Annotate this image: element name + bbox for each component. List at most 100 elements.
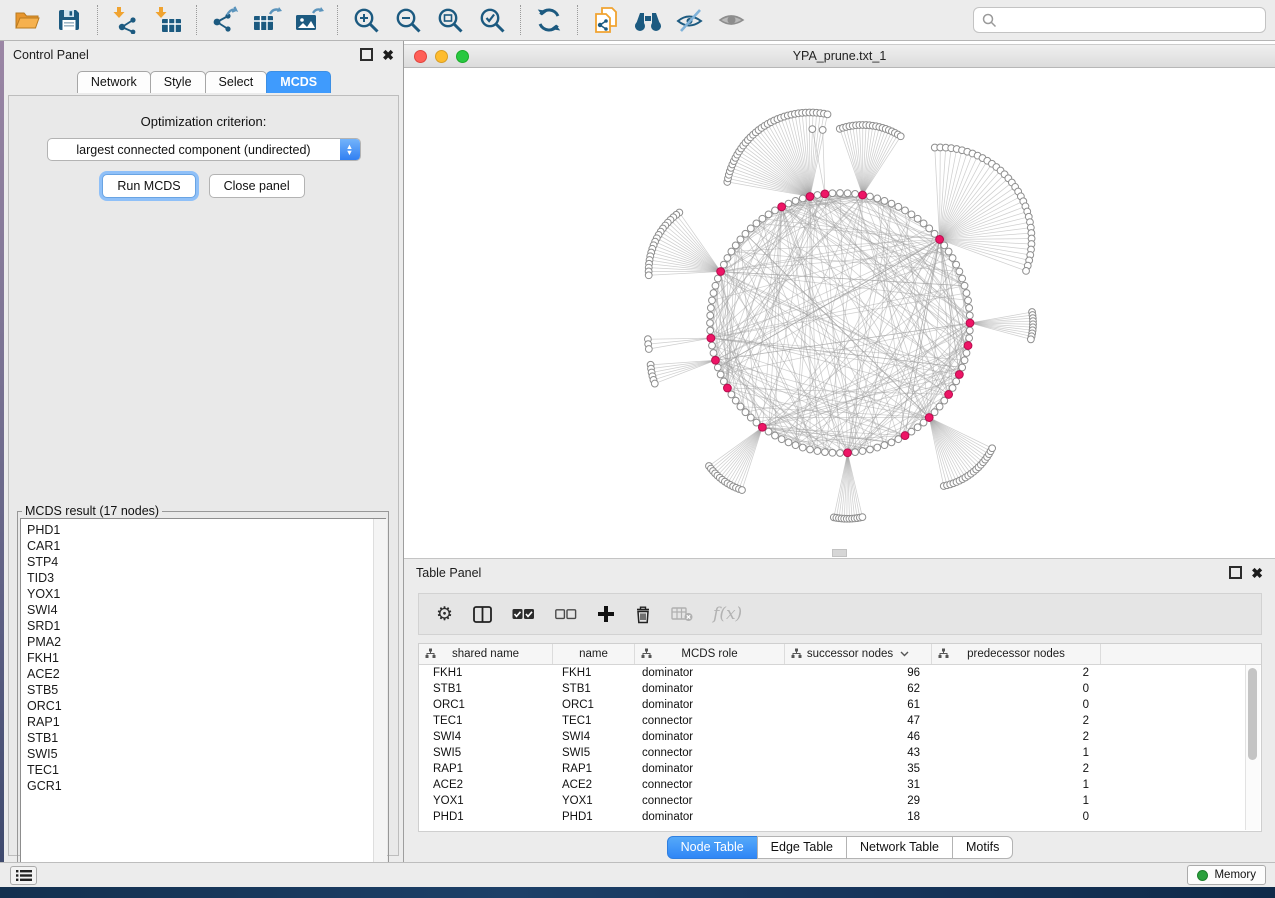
ring-node[interactable]: [959, 364, 966, 371]
unselect-all-columns-button[interactable]: [555, 609, 577, 620]
column-header-mcds-role[interactable]: MCDS role: [635, 644, 785, 664]
save-session-button[interactable]: [48, 3, 90, 37]
mcds-result-item[interactable]: SWI5: [27, 746, 385, 762]
mcds-hub-node[interactable]: [925, 414, 933, 422]
mcds-hub-node[interactable]: [778, 203, 786, 211]
ring-node[interactable]: [852, 449, 859, 456]
mcds-hub-node[interactable]: [712, 356, 720, 364]
mcds-hub-node[interactable]: [901, 432, 909, 440]
mcds-result-item[interactable]: PMA2: [27, 634, 385, 650]
tab-edge-table[interactable]: Edge Table: [757, 836, 847, 859]
ring-node[interactable]: [742, 230, 749, 237]
mcds-result-item[interactable]: TID3: [27, 570, 385, 586]
ring-node[interactable]: [874, 195, 881, 202]
mcds-hub-node[interactable]: [964, 342, 972, 350]
ring-node[interactable]: [966, 305, 973, 312]
mcds-result-item[interactable]: CAR1: [27, 538, 385, 554]
table-row[interactable]: FKH1FKH1dominator962: [419, 665, 1261, 681]
ring-node[interactable]: [914, 215, 921, 222]
column-header-predecessor-nodes[interactable]: predecessor nodes: [932, 644, 1101, 664]
ring-node[interactable]: [953, 378, 960, 385]
ring-node[interactable]: [732, 242, 739, 249]
table-row[interactable]: ORC1ORC1dominator610: [419, 697, 1261, 713]
ring-node[interactable]: [914, 424, 921, 431]
ring-node[interactable]: [759, 215, 766, 222]
ring-node[interactable]: [707, 327, 714, 334]
ring-node[interactable]: [822, 449, 829, 456]
ring-node[interactable]: [936, 403, 943, 410]
ring-node[interactable]: [792, 442, 799, 449]
import-table-button[interactable]: [147, 3, 189, 37]
leaf-node[interactable]: [645, 346, 652, 353]
ring-node[interactable]: [814, 448, 821, 455]
ring-node[interactable]: [717, 371, 724, 378]
ring-node[interactable]: [707, 320, 714, 327]
table-settings-button[interactable]: ⚙: [436, 603, 453, 626]
ring-node[interactable]: [707, 312, 714, 319]
ring-node[interactable]: [874, 444, 881, 451]
mcds-hub-node[interactable]: [955, 371, 963, 379]
leaf-node[interactable]: [989, 445, 996, 452]
ring-node[interactable]: [710, 350, 717, 357]
table-vertical-scrollbar[interactable]: [1245, 665, 1260, 830]
tab-mcds[interactable]: MCDS: [266, 71, 331, 93]
ring-node[interactable]: [747, 414, 754, 421]
search-box[interactable]: [973, 7, 1266, 33]
leaf-node[interactable]: [1027, 336, 1034, 343]
close-panel-icon[interactable]: ✖: [382, 50, 394, 60]
ring-node[interactable]: [956, 268, 963, 275]
mcds-result-item[interactable]: PHD1: [27, 522, 385, 538]
show-column-panel-button[interactable]: [473, 606, 492, 623]
mcds-result-item[interactable]: TEC1: [27, 762, 385, 778]
scrollbar-thumb[interactable]: [1248, 668, 1257, 760]
tab-select[interactable]: Select: [205, 71, 268, 93]
column-header-shared-name[interactable]: shared name: [419, 644, 553, 664]
memory-button[interactable]: Memory: [1187, 865, 1266, 885]
show-all-button[interactable]: [711, 3, 753, 37]
column-header-name[interactable]: name: [553, 644, 635, 664]
search-input[interactable]: [997, 12, 1257, 28]
ring-node[interactable]: [920, 220, 927, 227]
ring-node[interactable]: [859, 448, 866, 455]
export-table-button[interactable]: [246, 3, 288, 37]
ring-node[interactable]: [737, 403, 744, 410]
zoom-out-button[interactable]: [387, 3, 429, 37]
ring-node[interactable]: [966, 335, 973, 342]
mcds-result-item[interactable]: YOX1: [27, 586, 385, 602]
ring-node[interactable]: [742, 409, 749, 416]
leaf-node[interactable]: [897, 133, 904, 140]
mcds-hub-node[interactable]: [707, 334, 715, 342]
network-graph-svg[interactable]: [404, 69, 1275, 558]
ring-node[interactable]: [966, 327, 973, 334]
ring-node[interactable]: [709, 342, 716, 349]
ring-node[interactable]: [965, 297, 972, 304]
run-mcds-button[interactable]: Run MCDS: [102, 174, 195, 198]
mcds-result-item[interactable]: STB1: [27, 730, 385, 746]
column-header-successor-nodes[interactable]: successor nodes: [785, 644, 932, 664]
leaf-node[interactable]: [645, 272, 652, 279]
ring-node[interactable]: [926, 225, 933, 232]
ring-node[interactable]: [888, 439, 895, 446]
ring-node[interactable]: [753, 220, 760, 227]
criterion-dropdown[interactable]: largest connected component (undirected)…: [47, 138, 361, 161]
ring-node[interactable]: [945, 248, 952, 255]
tab-motifs[interactable]: Motifs: [952, 836, 1013, 859]
mcds-result-item[interactable]: ORC1: [27, 698, 385, 714]
ring-node[interactable]: [710, 290, 717, 297]
select-all-columns-button[interactable]: [512, 608, 535, 620]
ring-node[interactable]: [737, 236, 744, 243]
leaf-node[interactable]: [824, 111, 831, 118]
ring-node[interactable]: [908, 211, 915, 218]
mcds-hub-node[interactable]: [821, 190, 829, 198]
ring-node[interactable]: [720, 378, 727, 385]
export-network-button[interactable]: [204, 3, 246, 37]
ring-node[interactable]: [902, 207, 909, 214]
zoom-selected-button[interactable]: [471, 3, 513, 37]
ring-node[interactable]: [844, 190, 851, 197]
tab-style[interactable]: Style: [150, 71, 206, 93]
mcds-hub-node[interactable]: [717, 268, 725, 276]
ring-node[interactable]: [829, 449, 836, 456]
mcds-result-item[interactable]: SWI4: [27, 602, 385, 618]
clone-network-button[interactable]: [585, 3, 627, 37]
ring-node[interactable]: [961, 282, 968, 289]
